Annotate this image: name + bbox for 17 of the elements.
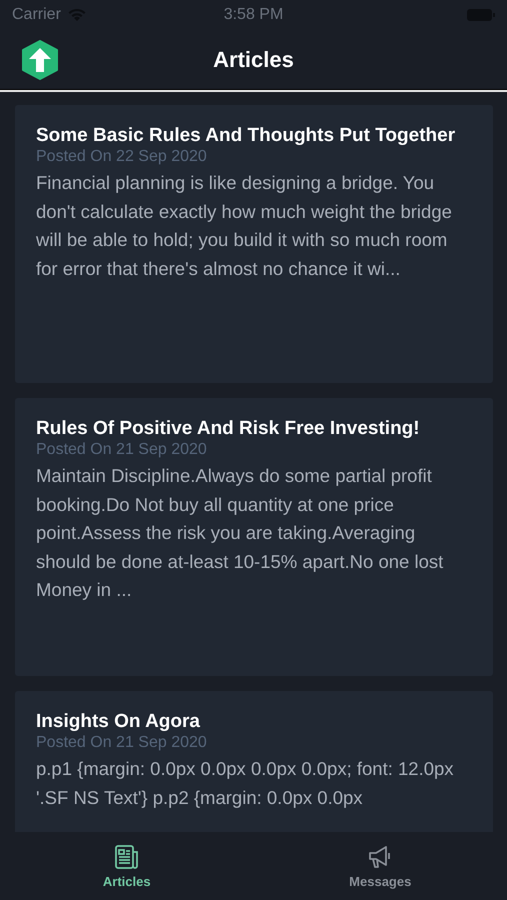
article-date: Posted On 21 Sep 2020	[36, 441, 208, 459]
carrier-label: Carrier	[12, 6, 61, 24]
article-date: Posted On 21 Sep 2020	[36, 734, 208, 752]
article-title: Some Basic Rules And Thoughts Put Together	[36, 125, 456, 147]
page-title: Articles	[212, 47, 295, 73]
article-title: Rules Of Positive And Risk Free Investing!	[36, 418, 421, 440]
tab-button[interactable]: Articles	[0, 832, 254, 900]
logo-icon[interactable]	[20, 40, 60, 80]
tab-button[interactable]: Messages	[254, 832, 507, 900]
article-excerpt: p.p1 {margin: 0.0px 0.0px 0.0px 0.0px; font: 12.0px '.SF NS Text'} p.p2 {margin: 0.0px 0.0px	[36, 757, 455, 810]
article-title: Insights On Agora	[36, 711, 201, 733]
article-excerpt: Financial planning is like designing a bridge. You don't calculate exactly how much weight the bridge will be able to hold; you build it with so much room for error that there's almost no chance it wi...	[36, 171, 453, 280]
newspaper-icon	[114, 844, 140, 870]
article-date: Posted On 22 Sep 2020	[36, 148, 208, 166]
status-time: 3:58 PM	[222, 6, 284, 24]
article-excerpt: Maintain Discipline.Always do some partial profit booking.Do Not buy all quantity at one price point.Assess the risk you are taking.Averaging should be done at-least 10-15% apart.No one lost Money in ...	[36, 464, 444, 602]
article-card[interactable]: Insights On Agora Posted On 21 Sep 2020 p.p1 {margin: 0.0px 0.0px 0.0px 0.0px; font: 12.0px '.SF NS Text'} p.p2 {margin: 0.0px 0.0px	[15, 691, 493, 832]
